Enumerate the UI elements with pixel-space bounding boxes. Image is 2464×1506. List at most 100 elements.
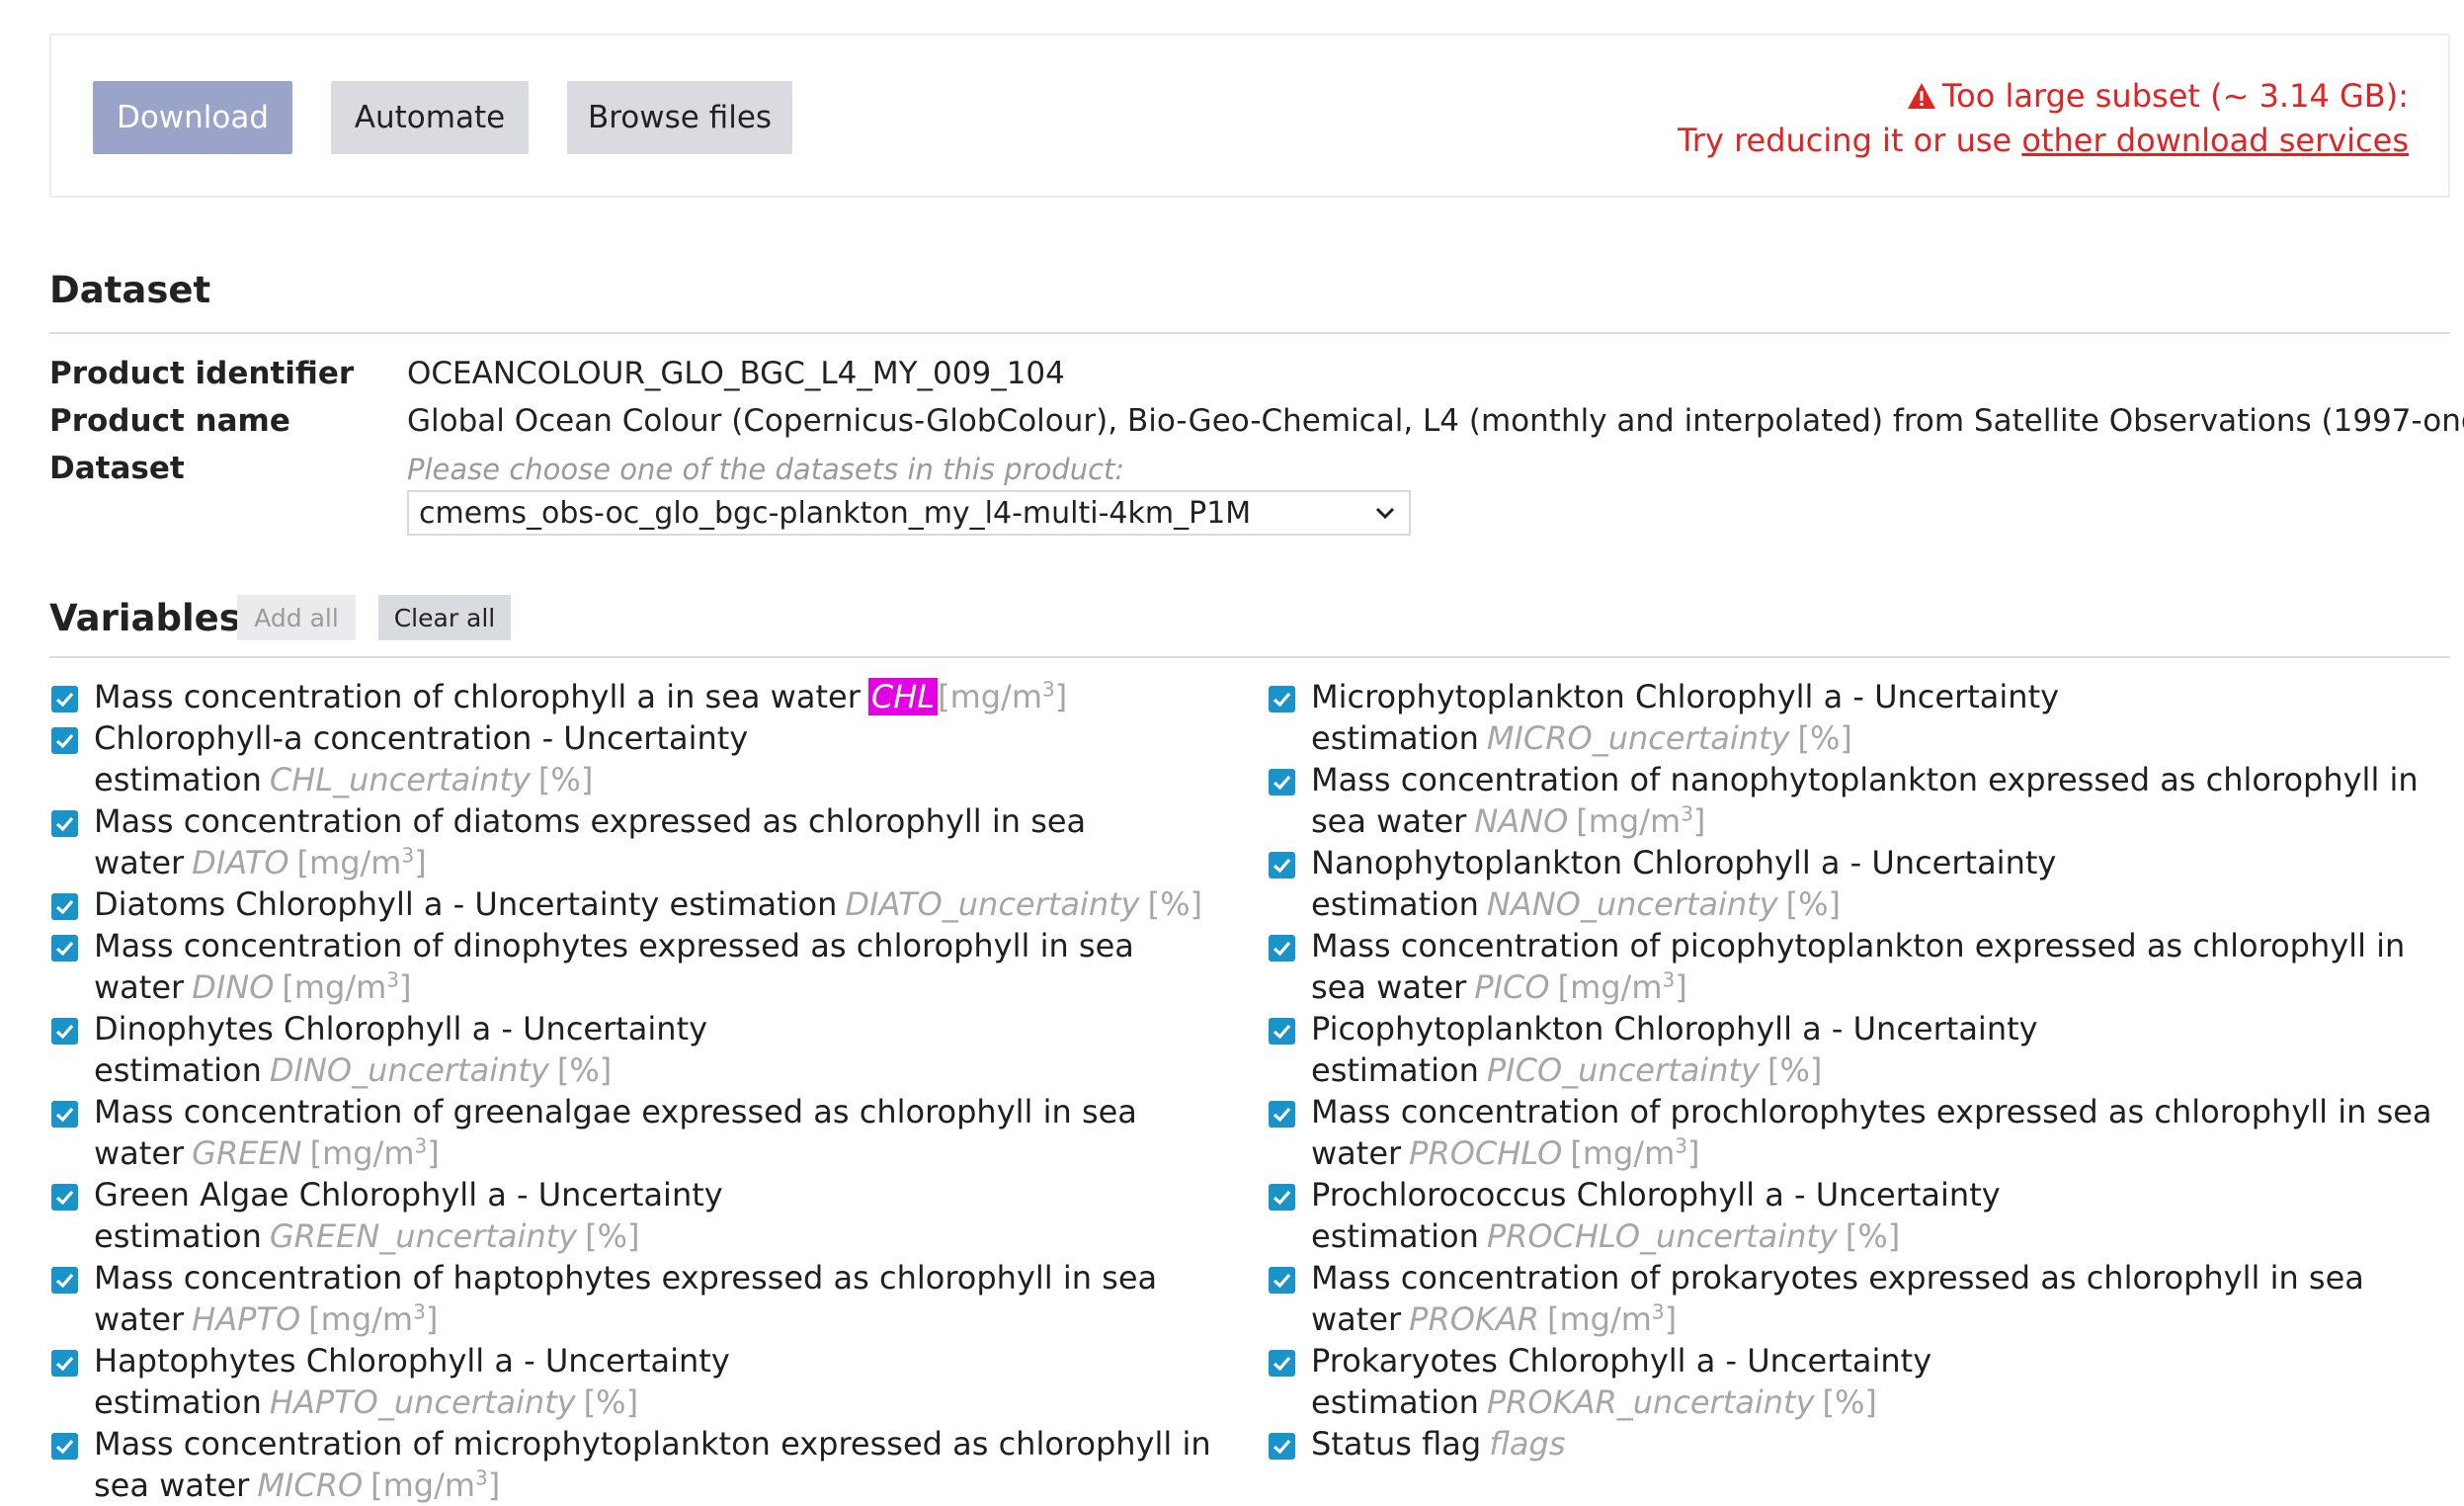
variable-checkbox[interactable] [1269, 1184, 1295, 1211]
variable-unit-text: [mg/m [308, 1300, 414, 1338]
variable-checkbox[interactable] [1269, 686, 1295, 712]
dataset-hint: Please choose one of the datasets in thi… [407, 453, 1125, 486]
checkmark-icon [1273, 941, 1291, 957]
variable-unit-text: [%] [537, 761, 594, 798]
variable-item-nano[interactable]: Mass concentration of nanophytoplankton … [1267, 759, 2452, 842]
variable-unit: [mg/m3] [1576, 802, 1705, 840]
variable-checkbox[interactable] [1269, 1433, 1295, 1460]
warning-line-1: Too large subset (~ 3.14 GB): [1678, 75, 2409, 120]
variable-item-chl[interactable]: Mass concentration of chlorophyll a in s… [49, 676, 1225, 717]
variable-checkbox[interactable] [51, 1018, 78, 1045]
checkmark-icon [55, 941, 74, 957]
checkmark-icon [55, 692, 74, 708]
variable-item-micro-uncertainty[interactable]: Microphytoplankton Chlorophyll a - Uncer… [1267, 676, 2452, 759]
variable-unit: [mg/m3] [1570, 1134, 1699, 1172]
variable-unit-text: [mg/m [1547, 1300, 1652, 1338]
variable-unit-exponent: 3 [1662, 967, 1676, 992]
variable-checkbox[interactable] [51, 935, 78, 962]
variable-checkbox[interactable] [51, 727, 78, 754]
variable-item-pico[interactable]: Mass concentration of picophytoplankton … [1267, 925, 2452, 1008]
variable-unit: [mg/m3] [938, 678, 1067, 715]
variable-unit-text: [%] [1797, 719, 1852, 757]
variable-name: Diatoms Chlorophyll a - Uncertainty esti… [94, 885, 838, 923]
variable-item-prokar-uncertainty[interactable]: Prokaryotes Chlorophyll a - Uncertainty … [1267, 1340, 2452, 1423]
variable-item-hapto-uncertainty[interactable]: Haptophytes Chlorophyll a - Uncertainty … [49, 1340, 1225, 1423]
product-identifier-label: Product identifier [49, 356, 355, 391]
variable-code: PROCHLO [1409, 1134, 1563, 1172]
variable-item-dino[interactable]: Mass concentration of dinophytes express… [49, 925, 1225, 1008]
variable-checkbox[interactable] [51, 1350, 78, 1377]
variable-code: DINO_uncertainty [269, 1051, 549, 1089]
variable-unit: [mg/m3] [1558, 968, 1687, 1006]
variable-unit-text: [mg/m [296, 844, 402, 881]
variable-unit: [mg/m3] [310, 1134, 440, 1172]
variables-divider [49, 656, 2450, 658]
variable-unit: [mg/m3] [308, 1300, 438, 1338]
browse-files-button[interactable]: Browse files [567, 81, 792, 154]
variable-checkbox[interactable] [1269, 769, 1295, 795]
variable-unit-text: [%] [1822, 1383, 1877, 1421]
variable-code: CHL_uncertainty [269, 761, 531, 798]
variable-code: GREEN [192, 1134, 302, 1172]
variable-item-dino-uncertainty[interactable]: Dinophytes Chlorophyll a - Uncertainty e… [49, 1008, 1225, 1091]
variable-unit-exponent: 3 [401, 843, 415, 868]
variable-unit-text: [mg/m [1570, 1134, 1676, 1172]
variable-item-green[interactable]: Mass concentration of greenalgae express… [49, 1091, 1225, 1174]
variable-item-prochlo-uncertainty[interactable]: Prochlorococcus Chlorophyll a - Uncertai… [1267, 1174, 2452, 1257]
product-name-label: Product name [49, 403, 290, 439]
variable-item-hapto[interactable]: Mass concentration of haptophytes expres… [49, 1257, 1225, 1340]
variable-checkbox[interactable] [1269, 1018, 1295, 1045]
variable-unit: [mg/m3] [370, 1466, 500, 1504]
variable-checkbox[interactable] [1269, 1267, 1295, 1294]
variable-item-diato[interactable]: Mass concentration of diatoms expressed … [49, 800, 1225, 883]
variable-checkbox[interactable] [1269, 1350, 1295, 1377]
variable-item-pico-uncertainty[interactable]: Picophytoplankton Chlorophyll a - Uncert… [1267, 1008, 2452, 1091]
variable-checkbox[interactable] [1269, 935, 1295, 962]
variable-unit-close: ] [427, 1134, 440, 1172]
dataset-section-title: Dataset [49, 269, 211, 311]
checkmark-icon [1273, 1190, 1291, 1206]
variable-unit: [%] [1823, 1383, 1877, 1421]
variable-item-chl-uncertainty[interactable]: Chlorophyll-a concentration - Uncertaint… [49, 717, 1225, 800]
variable-code: GREEN_uncertainty [269, 1217, 578, 1255]
variable-checkbox[interactable] [51, 893, 78, 920]
dataset-select-value: cmems_obs-oc_glo_bgc-plankton_my_l4-mult… [419, 495, 1252, 531]
other-download-services-link[interactable]: other download services [2021, 122, 2409, 159]
variable-item-diato-uncertainty[interactable]: Diatoms Chlorophyll a - Uncertainty esti… [49, 883, 1225, 925]
variable-checkbox[interactable] [51, 1267, 78, 1294]
variable-item-micro[interactable]: Mass concentration of microphytoplankton… [49, 1423, 1225, 1506]
checkmark-icon [1273, 1024, 1291, 1040]
variable-item-prokar[interactable]: Mass concentration of prokaryotes expres… [1267, 1257, 2452, 1340]
dataset-select[interactable]: cmems_obs-oc_glo_bgc-plankton_my_l4-mult… [407, 490, 1411, 536]
variable-checkbox[interactable] [1269, 1101, 1295, 1128]
variable-code: flags [1489, 1425, 1566, 1463]
warning-suggestion: Try reducing it or use [1677, 122, 2022, 159]
variable-unit-text: [%] [583, 1383, 639, 1421]
variable-item-green-uncertainty[interactable]: Green Algae Chlorophyll a - Uncertainty … [49, 1174, 1225, 1257]
automate-button[interactable]: Automate [331, 81, 529, 154]
variables-section-title: Variables* [49, 591, 255, 639]
checkmark-icon [1273, 692, 1291, 708]
variable-checkbox[interactable] [51, 810, 78, 837]
warning-triangle-icon [1907, 78, 1936, 120]
variable-unit-text: [%] [585, 1217, 640, 1255]
variable-item-nano-uncertainty[interactable]: Nanophytoplankton Chlorophyll a - Uncert… [1267, 842, 2452, 925]
checkmark-icon [55, 1356, 74, 1372]
variable-unit-exponent: 3 [386, 967, 400, 992]
checkmark-icon [1273, 1107, 1291, 1123]
variable-checkbox[interactable] [51, 1184, 78, 1211]
checkmark-icon [1273, 775, 1291, 791]
variable-checkbox[interactable] [51, 1433, 78, 1460]
download-button[interactable]: Download [93, 81, 292, 154]
variable-item-flags[interactable]: Status flag flags [1267, 1423, 2452, 1464]
variable-unit-exponent: 3 [1651, 1299, 1665, 1324]
clear-all-button[interactable]: Clear all [378, 595, 511, 640]
checkmark-icon [55, 1190, 74, 1206]
variable-checkbox[interactable] [51, 1101, 78, 1128]
variable-unit-exponent: 3 [475, 1465, 488, 1490]
add-all-button[interactable]: Add all [237, 595, 356, 640]
variable-checkbox[interactable] [1269, 852, 1295, 878]
variable-item-prochlo[interactable]: Mass concentration of prochlorophytes ex… [1267, 1091, 2452, 1174]
variable-checkbox[interactable] [51, 686, 78, 712]
checkmark-icon [55, 733, 74, 749]
